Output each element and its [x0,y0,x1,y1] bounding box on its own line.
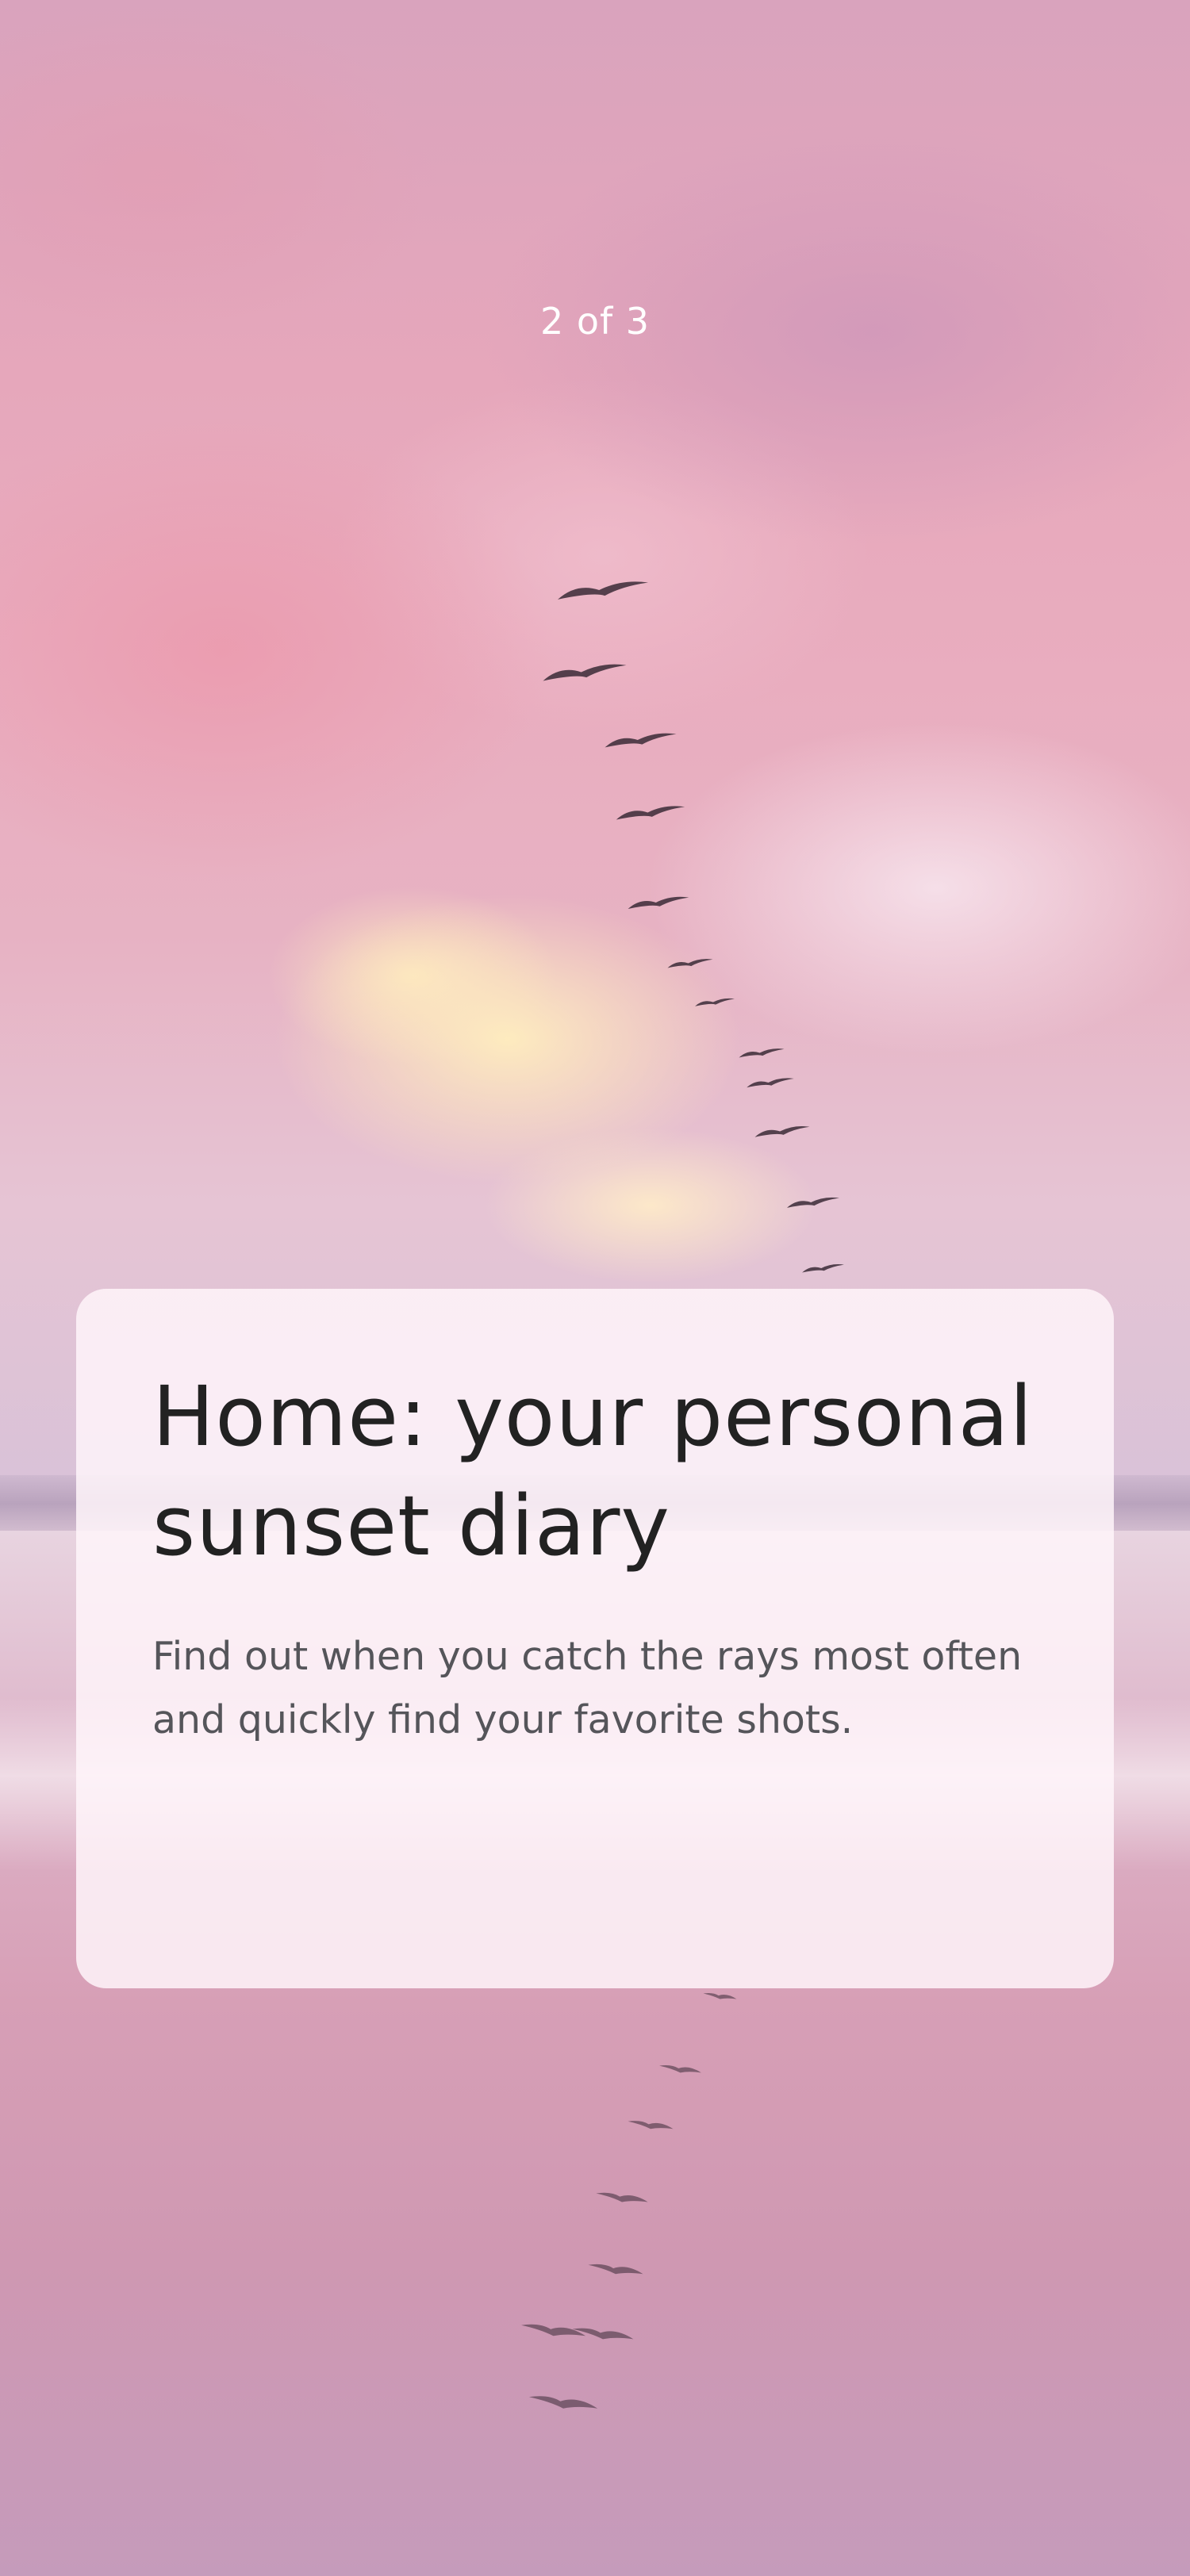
bird-icon [520,2320,587,2341]
bird-icon [746,1075,795,1091]
bird-icon [658,2062,702,2076]
bird-icon [627,892,690,913]
bird-icon [555,575,651,605]
bird-icon [666,956,714,971]
bird-icon [702,1991,738,2002]
background-photo [0,0,1190,2576]
bird-icon [801,1261,845,1275]
bird-icon [541,658,628,686]
bird-icon [627,2118,674,2133]
bird-icon [615,801,686,824]
bird-icon [754,1122,811,1140]
bird-icon [603,728,678,752]
bird-icon [595,2189,649,2206]
bird-icon [785,1194,841,1211]
onboarding-screen[interactable]: 2 of 3 Home: your personal sunset diary … [0,0,1190,2576]
bird-icon [694,995,735,1009]
page-indicator: 2 of 3 [539,300,651,343]
onboarding-card: Home: your personal sunset diary Find ou… [76,1289,1114,1988]
bird-icon [587,2260,644,2279]
bird-icon [738,1045,785,1060]
sunset-sky [0,0,1190,1507]
card-description: Find out when you catch the rays most of… [152,1634,1023,1742]
card-title: Home: your personal sunset diary [152,1368,1034,1574]
bird-icon [528,2391,599,2414]
